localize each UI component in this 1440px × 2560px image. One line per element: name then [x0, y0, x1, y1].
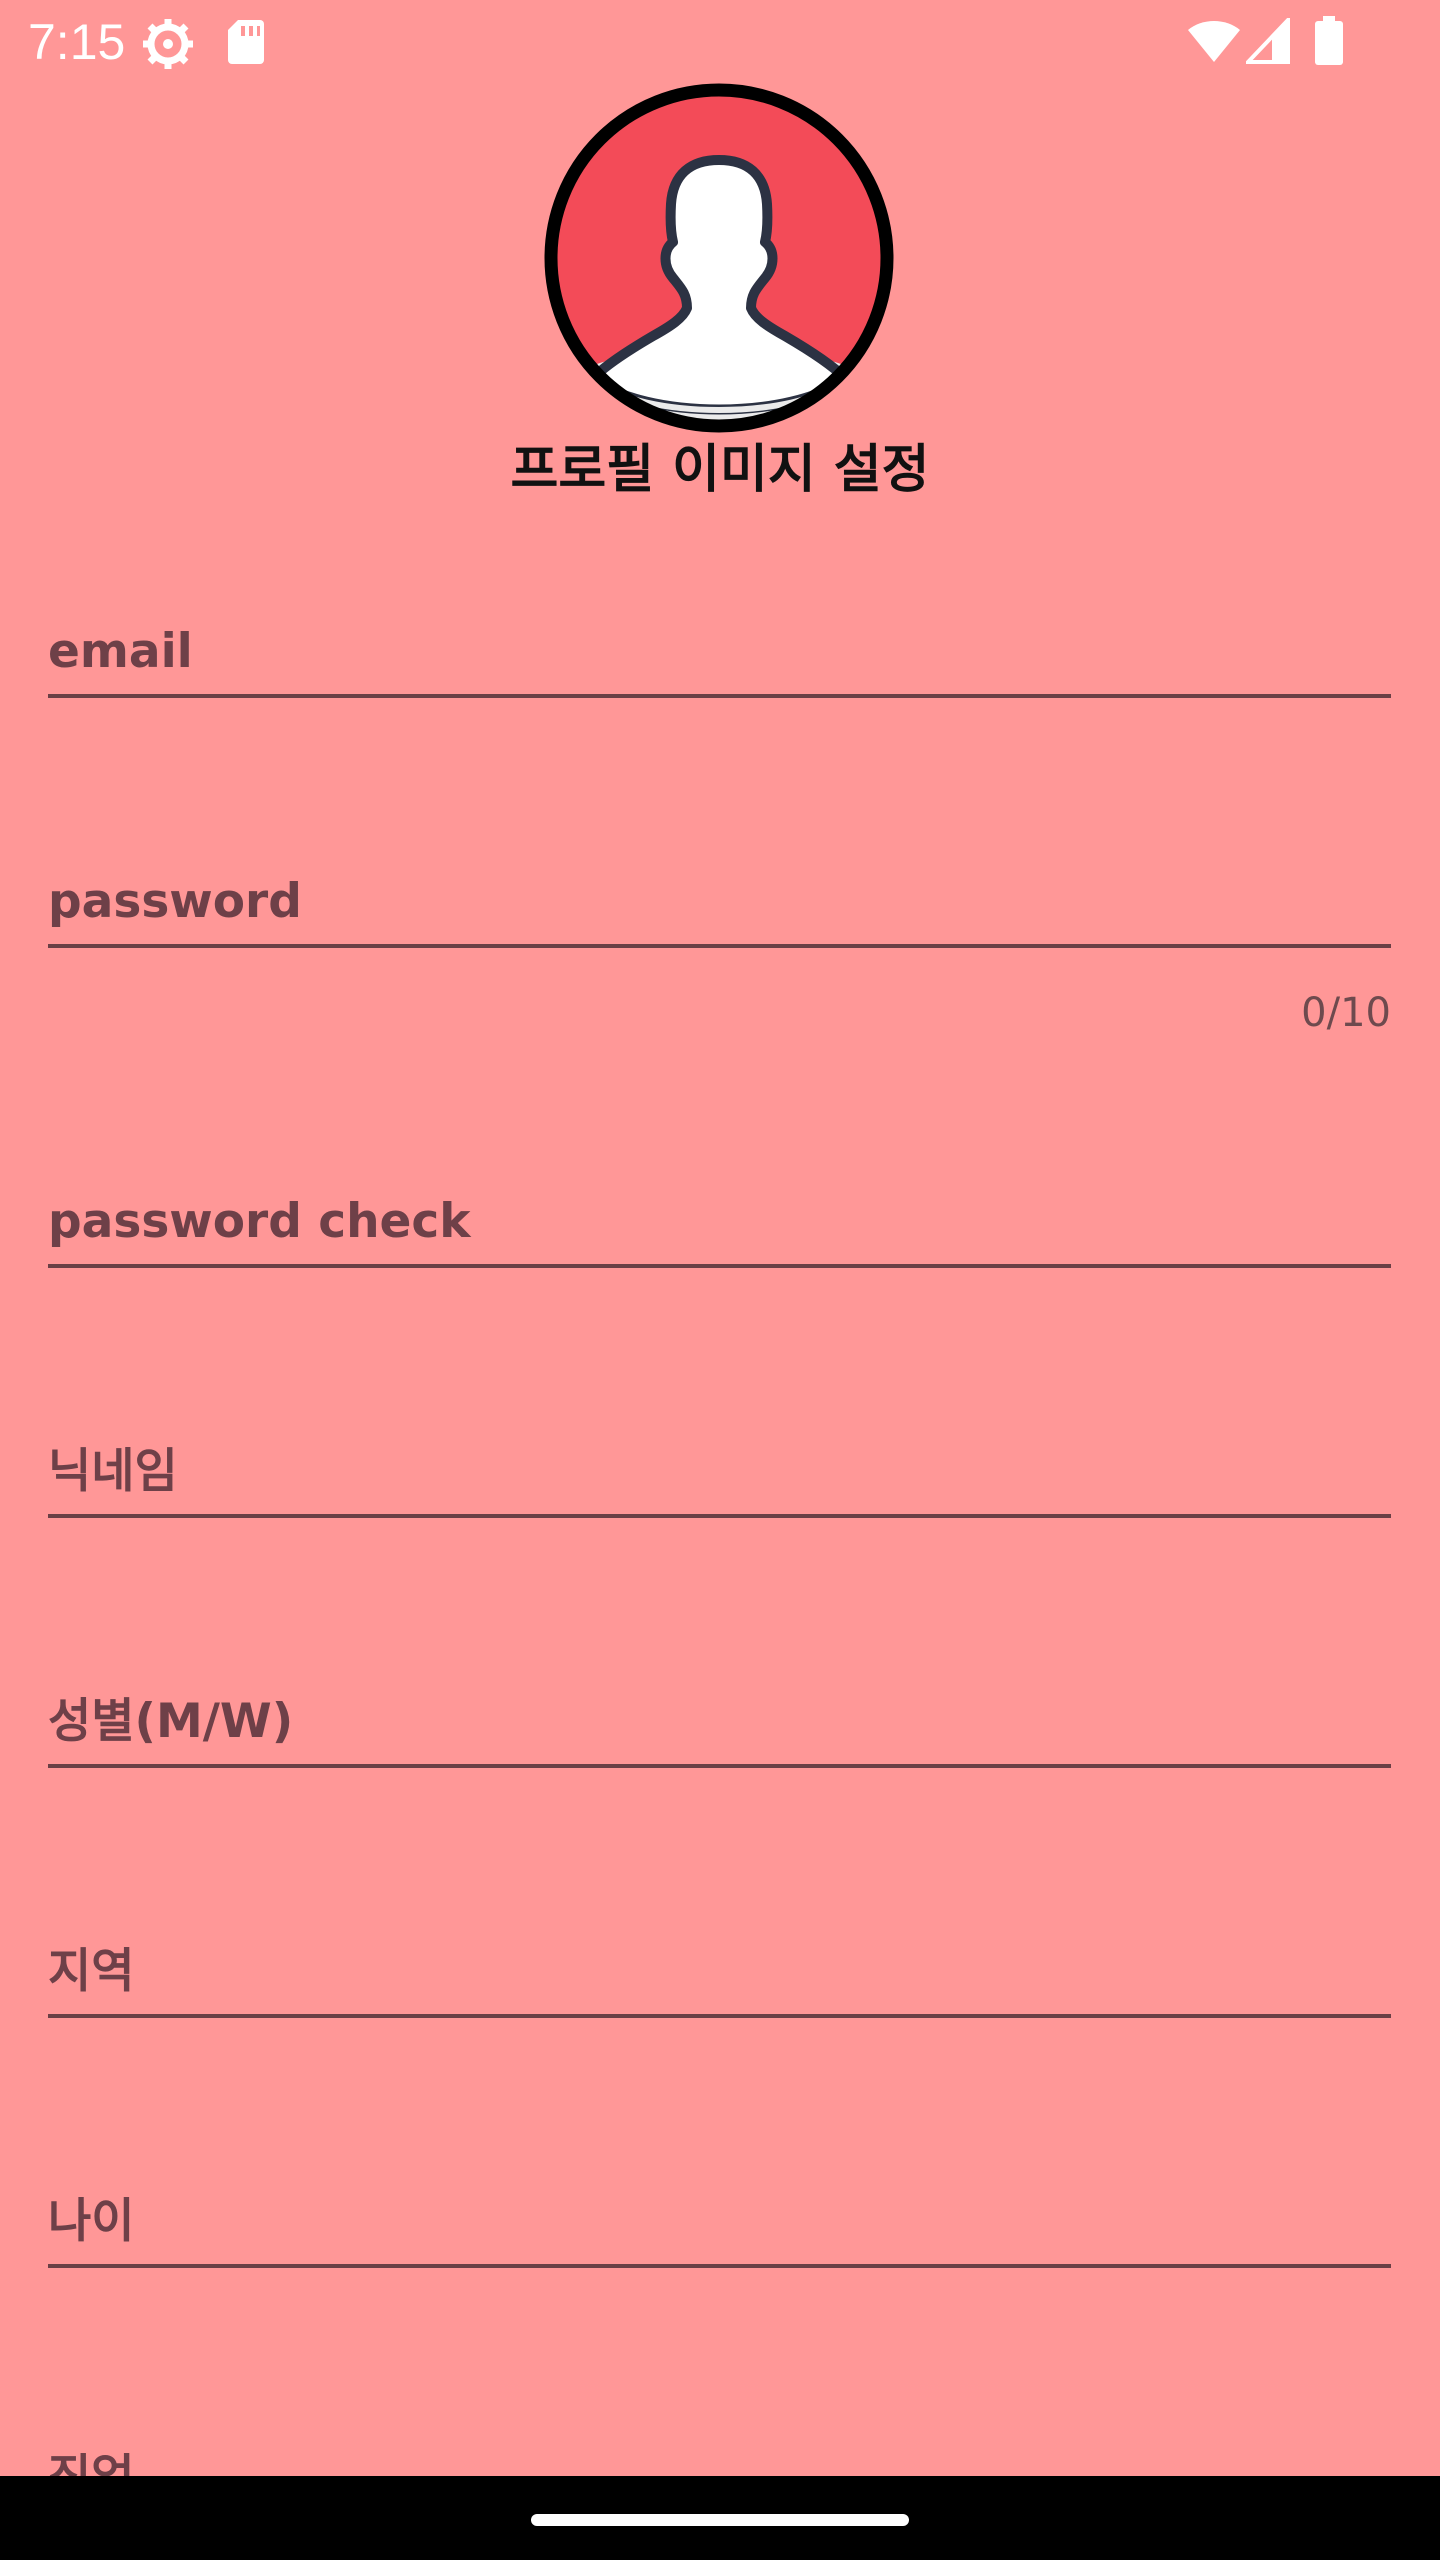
cell-signal-icon — [1243, 15, 1290, 68]
password-check-field[interactable] — [48, 1178, 1391, 1268]
job-field[interactable]: 직업 — [48, 2430, 1391, 2476]
status-time: 7:15 — [28, 14, 126, 70]
age-field[interactable] — [48, 2178, 1391, 2268]
email-field[interactable] — [48, 608, 1391, 698]
job-input[interactable]: 직업 — [48, 2433, 1391, 2476]
region-input[interactable] — [48, 1928, 1391, 2014]
email-input[interactable] — [48, 608, 1391, 694]
gender-field[interactable] — [48, 1678, 1391, 1768]
gender-input[interactable] — [48, 1678, 1391, 1764]
field-underline — [48, 1264, 1391, 1268]
field-underline — [48, 1514, 1391, 1518]
profile-avatar[interactable] — [543, 82, 895, 434]
status-bar: 7:15 — [0, 0, 1440, 84]
region-field[interactable] — [48, 1928, 1391, 2018]
navigation-bar — [0, 2476, 1440, 2560]
field-underline — [48, 2264, 1391, 2268]
password-char-counter: 0/10 — [1301, 990, 1391, 1036]
field-underline — [48, 694, 1391, 698]
field-underline — [48, 1764, 1391, 1768]
password-check-input[interactable] — [48, 1178, 1391, 1264]
user-silhouette-icon — [544, 83, 894, 433]
nickname-field[interactable] — [48, 1428, 1391, 1518]
battery-icon — [1314, 16, 1344, 70]
field-underline — [48, 2014, 1391, 2018]
wifi-icon — [1186, 18, 1242, 68]
field-underline — [48, 944, 1391, 948]
settings-gear-icon — [140, 16, 196, 76]
sd-card-icon — [226, 18, 266, 70]
profile-image-title[interactable]: 프로필 이미지 설정 — [0, 430, 1440, 510]
home-gesture-handle[interactable] — [531, 2514, 909, 2526]
age-input[interactable] — [48, 2178, 1391, 2264]
password-field[interactable] — [48, 858, 1391, 948]
password-input[interactable] — [48, 858, 1391, 944]
nickname-input[interactable] — [48, 1428, 1391, 1514]
